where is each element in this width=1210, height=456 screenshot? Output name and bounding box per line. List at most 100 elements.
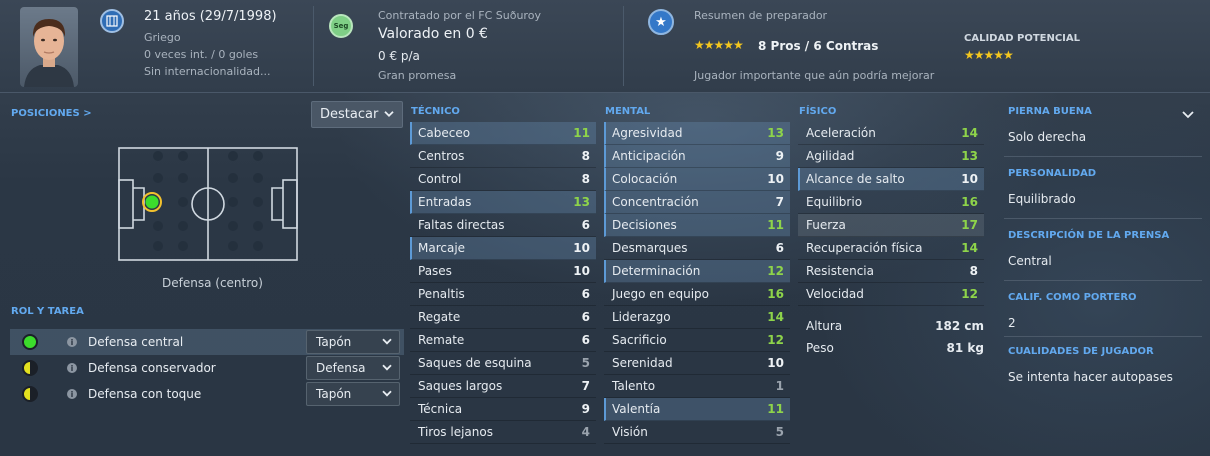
personality-title: PERSONALIDAD: [1008, 168, 1097, 179]
player-traits: CUALIDADES DE JUGADOR Se intenta hacer a…: [1008, 346, 1202, 384]
attribute-row[interactable]: Equilibrio 16: [798, 191, 984, 214]
duty-dropdown[interactable]: Tapón: [306, 382, 400, 406]
attribute-row[interactable]: Marcaje 10: [410, 237, 596, 260]
player-wage: 0 € p/a: [378, 49, 420, 63]
height-row: Altura 182 cm: [806, 319, 986, 333]
attribute-row[interactable]: Centros 8: [410, 145, 596, 168]
attribute-row[interactable]: Valentía 11: [604, 398, 790, 421]
role-row[interactable]: i Defensa central Tapón: [10, 329, 404, 355]
personality: PERSONALIDAD Equilibrado: [1008, 168, 1202, 206]
role-row[interactable]: i Defensa con toque Tapón: [10, 381, 404, 407]
attribute-row[interactable]: Liderazgo 14: [604, 306, 790, 329]
attribute-row[interactable]: Recuperación física 14: [798, 237, 984, 260]
player-avatar: [20, 7, 78, 87]
player-age: 21 años (29/7/1998): [144, 9, 277, 24]
divider: [1004, 218, 1202, 219]
attribute-row[interactable]: Cabeceo 11: [410, 122, 596, 145]
contract-club: Contratado por el FC Suðuroy: [378, 9, 541, 22]
attribute-row[interactable]: Concentración 7: [604, 191, 790, 214]
preferred-foot: PIERNA BUENA Solo derecha: [1008, 106, 1202, 144]
physical-title: FÍSICO: [799, 106, 837, 117]
player-caps: 0 veces int. / 0 goles: [144, 48, 259, 61]
attribute-row[interactable]: Anticipación 9: [604, 145, 790, 168]
attribute-row[interactable]: Decisiones 11: [604, 214, 790, 237]
attribute-row[interactable]: Técnica 9: [410, 398, 596, 421]
weight-label: Peso: [806, 341, 834, 355]
info-icon[interactable]: i: [67, 389, 77, 399]
attribute-row[interactable]: Control 8: [410, 168, 596, 191]
info-icon[interactable]: i: [67, 337, 77, 347]
foot-title: PIERNA BUENA: [1008, 106, 1092, 117]
divider: [1004, 156, 1202, 157]
player-header: 21 años (29/7/1998) Griego 0 veces int. …: [0, 0, 1210, 93]
goalkeeper-rating: CALIF. COMO PORTERO 2: [1008, 292, 1202, 330]
chevron-down-icon: [382, 360, 392, 374]
attribute-row[interactable]: Regate 6: [410, 306, 596, 329]
attribute-row[interactable]: Talento 1: [604, 375, 790, 398]
player-nationality: Griego: [144, 31, 181, 44]
press-description: DESCRIPCIÓN DE LA PRENSA Central: [1008, 230, 1202, 268]
weight-row: Peso 81 kg: [806, 341, 986, 355]
attribute-row[interactable]: Sacrificio 12: [604, 329, 790, 352]
role-suitability-icon: [22, 360, 38, 376]
star-badge-icon: ★: [648, 9, 674, 35]
foot-value: Solo derecha: [1008, 130, 1087, 144]
traits-value: Se intenta hacer autopases: [1008, 370, 1173, 384]
divider: [1004, 336, 1202, 337]
duty-dropdown[interactable]: Tapón: [306, 330, 400, 354]
attribute-row[interactable]: Visión 5: [604, 421, 790, 444]
weight-value: 81 kg: [946, 341, 984, 355]
divider: [1004, 280, 1202, 281]
duty-dropdown[interactable]: Defensa: [306, 356, 400, 380]
attribute-row[interactable]: Remate 6: [410, 329, 596, 352]
attribute-row[interactable]: Colocación 10: [604, 168, 790, 191]
role-row[interactable]: i Defensa conservador Defensa: [10, 355, 404, 381]
position-label: Defensa (centro): [162, 276, 263, 290]
seg-badge: Seg: [329, 14, 353, 38]
highlight-dropdown[interactable]: Destacar: [311, 101, 403, 128]
attribute-row[interactable]: Saques largos 7: [410, 375, 596, 398]
attribute-row[interactable]: Resistencia 8: [798, 260, 984, 283]
role-suitability-icon: [22, 334, 38, 350]
header-divider: [313, 6, 314, 86]
attribute-row[interactable]: Alcance de salto 10: [798, 168, 984, 191]
press-value: Central: [1008, 254, 1052, 268]
attribute-row[interactable]: Juego en equipo 16: [604, 283, 790, 306]
player-status: Gran promesa: [378, 69, 457, 82]
attribute-row[interactable]: Fuerza 17: [798, 214, 984, 237]
scout-stars: ★★★★★: [694, 38, 744, 52]
positions-title[interactable]: POSICIONES >: [11, 108, 92, 119]
mental-title: MENTAL: [605, 106, 651, 117]
attribute-row[interactable]: Saques de esquina 5: [410, 352, 596, 375]
press-title: DESCRIPCIÓN DE LA PRENSA: [1008, 230, 1170, 241]
header-divider: [623, 6, 624, 86]
personality-value: Equilibrado: [1008, 192, 1076, 206]
attribute-row[interactable]: Penaltis 6: [410, 283, 596, 306]
attribute-row[interactable]: Aceleración 14: [798, 122, 984, 145]
traits-title: CUALIDADES DE JUGADOR: [1008, 346, 1154, 357]
pitch-diagram[interactable]: [108, 138, 308, 264]
chevron-down-icon[interactable]: [1182, 108, 1194, 122]
attribute-row[interactable]: Serenidad 10: [604, 352, 790, 375]
attribute-row[interactable]: Pases 10: [410, 260, 596, 283]
roles-title: ROL Y TAREA: [11, 306, 84, 317]
mental-attributes: Agresividad 13 Anticipación 9 Colocación 10…: [604, 122, 790, 444]
attribute-row[interactable]: Velocidad 12: [798, 283, 984, 306]
duty-label: Tapón: [316, 335, 352, 349]
info-icon[interactable]: i: [67, 363, 77, 373]
attribute-row[interactable]: Agresividad 13: [604, 122, 790, 145]
chevron-down-icon: [382, 386, 392, 400]
attribute-row[interactable]: Agilidad 13: [798, 145, 984, 168]
player-value: Valorado en 0 €: [378, 26, 488, 42]
attribute-row[interactable]: Faltas directas 6: [410, 214, 596, 237]
attribute-row[interactable]: Desmarques 6: [604, 237, 790, 260]
attribute-row[interactable]: Determinación 12: [604, 260, 790, 283]
duty-label: Tapón: [316, 387, 352, 401]
attribute-row[interactable]: Tiros lejanos 4: [410, 421, 596, 444]
chevron-down-icon: [384, 106, 394, 121]
gk-title: CALIF. COMO PORTERO: [1008, 292, 1137, 303]
technical-title: TÉCNICO: [411, 106, 460, 117]
height-value: 182 cm: [935, 319, 984, 333]
attribute-row[interactable]: Entradas 13: [410, 191, 596, 214]
height-label: Altura: [806, 319, 843, 333]
